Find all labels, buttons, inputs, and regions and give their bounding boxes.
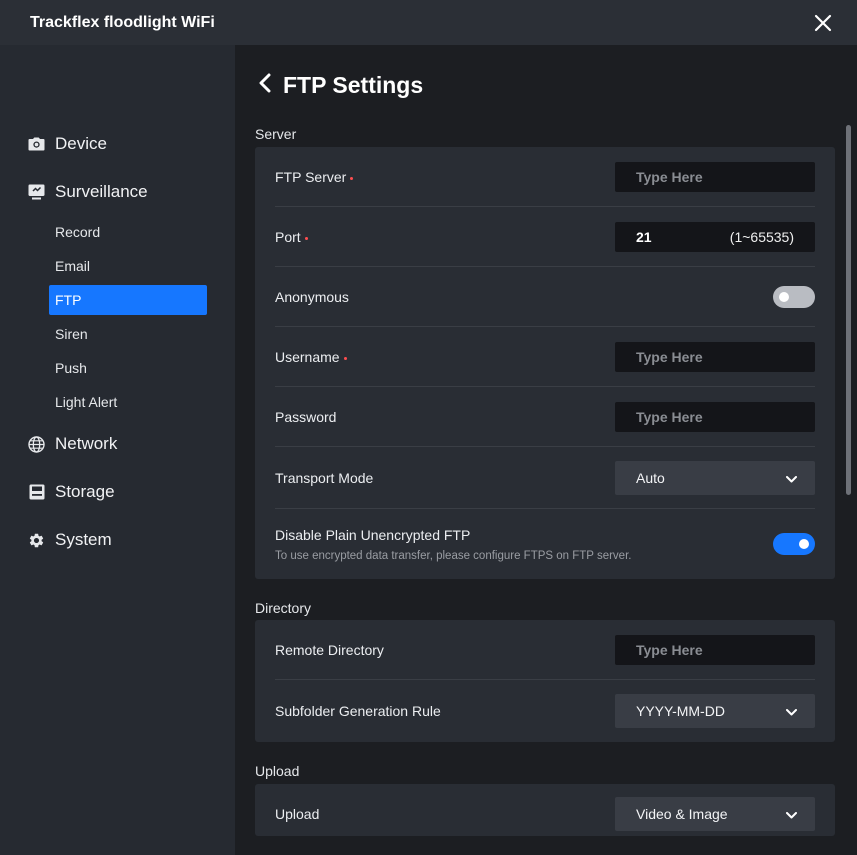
anonymous-label: Anonymous [275, 289, 349, 305]
section-label-directory: Directory [255, 600, 312, 616]
sidebar-item-label: Storage [55, 482, 115, 501]
sidebar-item-label: Device [55, 134, 107, 153]
remote-directory-input[interactable] [615, 635, 815, 665]
port-value: 21 [636, 229, 652, 245]
disable-plain-ftp-row: Disable Plain Unencrypted FTP To use enc… [275, 509, 815, 579]
section-label-upload: Upload [255, 763, 300, 779]
page-title: FTP Settings [283, 71, 424, 98]
anonymous-row: Anonymous [275, 267, 815, 327]
username-label: Username [275, 349, 340, 365]
main-panel: FTP Settings Server FTP Server Port 21 (… [235, 45, 857, 855]
remote-directory-label: Remote Directory [275, 642, 384, 658]
close-icon[interactable] [811, 11, 835, 35]
chevron-down-icon [786, 470, 797, 486]
disable-plain-ftp-hint: To use encrypted data transfer, please c… [275, 549, 632, 562]
subfolder-rule-select[interactable]: YYYY-MM-DD [615, 694, 815, 728]
username-row: Username [275, 327, 815, 387]
port-input[interactable]: 21 (1~65535) [615, 222, 815, 252]
chevron-down-icon [786, 703, 797, 719]
directory-card: Remote Directory Subfolder Generation Ru… [255, 620, 835, 742]
gear-icon [28, 532, 45, 549]
sidebar-item-siren[interactable]: Siren [49, 319, 207, 349]
field-label: Username [275, 349, 347, 365]
password-input[interactable] [615, 402, 815, 432]
monitor-icon [28, 184, 45, 201]
toggle-knob [799, 539, 809, 549]
upload-label: Upload [275, 806, 320, 822]
storage-icon [28, 484, 45, 501]
transport-mode-row: Transport Mode Auto [275, 447, 815, 509]
sidebar-item-label: Network [55, 434, 118, 453]
subfolder-rule-row: Subfolder Generation Rule YYYY-MM-DD [275, 680, 815, 742]
globe-icon [28, 435, 45, 453]
sidebar-item-surveillance[interactable]: Surveillance [28, 179, 148, 205]
sidebar-item-light-alert[interactable]: Light Alert [49, 387, 207, 417]
ftp-server-label: FTP Server [275, 169, 347, 185]
sidebar-item-label: System [55, 530, 112, 549]
server-card: FTP Server Port 21 (1~65535) Anonymous U… [255, 147, 835, 579]
subfolder-rule-label: Subfolder Generation Rule [275, 703, 441, 719]
title-bar: Trackflex floodlight WiFi [0, 0, 857, 45]
port-label: Port [275, 229, 301, 245]
upload-row: Upload Video & Image [275, 784, 815, 844]
sidebar-item-email[interactable]: Email [49, 251, 207, 281]
upload-card: Upload Video & Image [255, 784, 835, 836]
field-label: Port [275, 229, 308, 245]
settings-window: Trackflex floodlight WiFi Device Surveil… [0, 0, 857, 855]
sidebar-item-label: Surveillance [55, 182, 148, 201]
port-range-hint: (1~65535) [729, 229, 794, 245]
select-value: Video & Image [636, 806, 728, 822]
transport-mode-label: Transport Mode [275, 470, 374, 486]
disable-plain-ftp-text: Disable Plain Unencrypted FTP To use enc… [275, 527, 631, 562]
required-dot [304, 236, 308, 240]
back-button[interactable]: FTP Settings [257, 70, 423, 100]
sidebar-item-system[interactable]: System [28, 527, 112, 553]
scrollbar[interactable] [846, 125, 851, 495]
sidebar-item-push[interactable]: Push [49, 353, 207, 383]
sidebar-item-storage[interactable]: Storage [28, 479, 115, 505]
sidebar: Device Surveillance Record Email FTP Sir… [0, 45, 235, 855]
camera-icon [28, 136, 45, 153]
sidebar-item-ftp[interactable]: FTP [49, 285, 207, 315]
chevron-down-icon [786, 806, 797, 822]
sidebar-item-network[interactable]: Network [28, 431, 117, 457]
upload-select[interactable]: Video & Image [615, 797, 815, 831]
window-title: Trackflex floodlight WiFi [30, 13, 215, 31]
chevron-left-icon [257, 73, 273, 98]
remote-directory-row: Remote Directory [275, 620, 815, 680]
username-input[interactable] [615, 342, 815, 372]
required-dot [343, 356, 347, 360]
required-dot [350, 176, 354, 180]
sidebar-item-record[interactable]: Record [49, 217, 207, 247]
anonymous-toggle[interactable] [773, 286, 815, 308]
port-row: Port 21 (1~65535) [275, 207, 815, 267]
select-value: Auto [636, 470, 665, 486]
section-label-server: Server [255, 126, 297, 142]
field-label: FTP Server [275, 169, 354, 185]
toggle-knob [779, 292, 789, 302]
password-label: Password [275, 409, 337, 425]
ftp-server-row: FTP Server [275, 147, 815, 207]
select-value: YYYY-MM-DD [636, 703, 725, 719]
ftp-server-input[interactable] [615, 162, 815, 192]
sidebar-item-device[interactable]: Device [28, 131, 107, 157]
transport-mode-select[interactable]: Auto [615, 461, 815, 495]
disable-plain-ftp-label: Disable Plain Unencrypted FTP [275, 526, 471, 543]
disable-plain-ftp-toggle[interactable] [773, 533, 815, 555]
password-row: Password [275, 387, 815, 447]
